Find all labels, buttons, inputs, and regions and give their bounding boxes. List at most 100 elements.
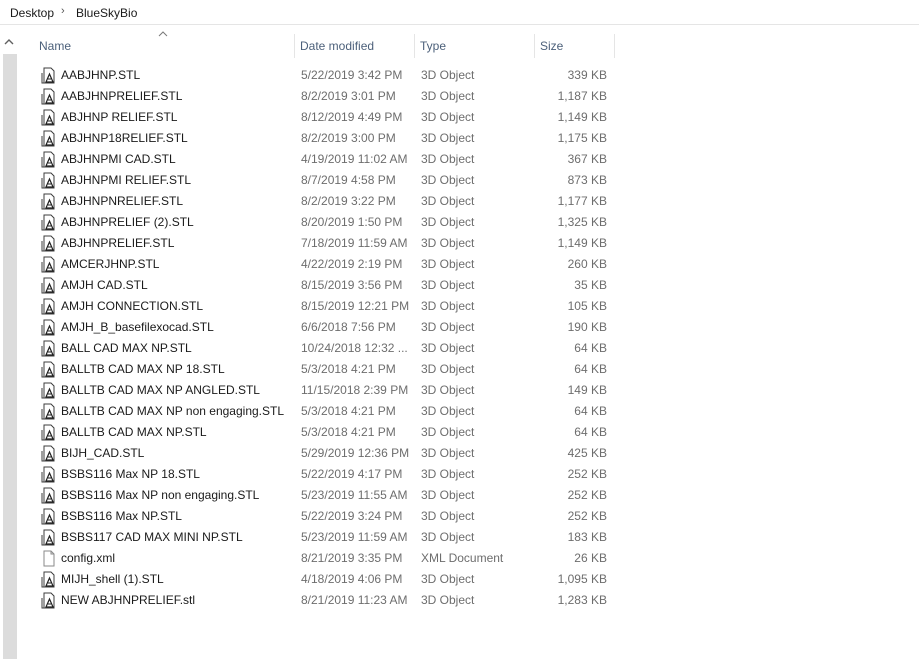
file-date-modified: 8/7/2019 4:58 PM bbox=[301, 173, 396, 187]
file-row[interactable]: BSBS117 CAD MAX MINI NP.STL 5/23/2019 11:… bbox=[38, 527, 616, 548]
file-name: AMJH CAD.STL bbox=[61, 278, 148, 292]
file-name: ABJHNP RELIEF.STL bbox=[61, 110, 178, 124]
file-name: MIJH_shell (1).STL bbox=[61, 572, 164, 586]
file-name: config.xml bbox=[61, 551, 116, 565]
sort-ascending-icon bbox=[158, 31, 168, 37]
file-row[interactable]: BALL CAD MAX NP.STL 10/24/2018 12:32 ... 3… bbox=[38, 338, 616, 359]
file-row[interactable]: AMCERJHNP.STL 4/22/2019 2:19 PM 3D Object 2… bbox=[38, 254, 616, 275]
file-name: AMJH_B_basefilexocad.STL bbox=[61, 320, 214, 334]
file-size: 26 KB bbox=[574, 551, 607, 565]
file-date-modified: 4/19/2019 11:02 AM bbox=[301, 152, 408, 166]
stl-file-icon bbox=[41, 487, 55, 504]
file-row[interactable]: AMJH CONNECTION.STL 8/15/2019 12:21 PM 3D … bbox=[38, 296, 616, 317]
file-size: 252 KB bbox=[567, 488, 607, 502]
file-size: 1,325 KB bbox=[557, 215, 607, 229]
file-type: 3D Object bbox=[421, 131, 475, 145]
stl-file-icon bbox=[41, 193, 55, 210]
scroll-up-arrow-icon[interactable] bbox=[3, 36, 15, 48]
file-row[interactable]: BALLTB CAD MAX NP ANGLED.STL 11/15/2018 2… bbox=[38, 380, 616, 401]
file-row[interactable]: AMJH CAD.STL 8/15/2019 3:56 PM 3D Object 35… bbox=[38, 275, 616, 296]
breadcrumb-item-blueskybio[interactable]: BlueSkyBio bbox=[76, 6, 137, 20]
file-type: 3D Object bbox=[421, 194, 475, 208]
xml-file-icon bbox=[43, 550, 55, 567]
file-date-modified: 5/22/2019 3:24 PM bbox=[301, 509, 403, 523]
file-type: 3D Object bbox=[421, 341, 475, 355]
file-size: 35 KB bbox=[574, 278, 607, 292]
file-type: 3D Object bbox=[421, 509, 475, 523]
column-header-size[interactable]: Size bbox=[535, 34, 615, 58]
file-size: 1,175 KB bbox=[557, 131, 607, 145]
stl-file-icon bbox=[41, 277, 55, 294]
file-type: 3D Object bbox=[421, 572, 475, 586]
file-date-modified: 5/3/2018 4:21 PM bbox=[301, 404, 396, 418]
file-size: 1,149 KB bbox=[557, 236, 607, 250]
file-type: 3D Object bbox=[421, 404, 475, 418]
file-name: BSBS116 Max NP non engaging.STL bbox=[61, 488, 260, 502]
file-date-modified: 10/24/2018 12:32 ... bbox=[301, 341, 408, 355]
file-name: BSBS116 Max NP.STL bbox=[61, 509, 182, 523]
file-date-modified: 7/18/2019 11:59 AM bbox=[301, 236, 408, 250]
file-name: NEW ABJHNPRELIEF.stl bbox=[61, 593, 196, 607]
file-date-modified: 8/2/2019 3:01 PM bbox=[301, 89, 396, 103]
file-row[interactable]: ABJHNPMI RELIEF.STL 8/7/2019 4:58 PM 3D Ob… bbox=[38, 170, 616, 191]
file-date-modified: 5/22/2019 3:42 PM bbox=[301, 68, 403, 82]
file-date-modified: 6/6/2018 7:56 PM bbox=[301, 320, 396, 334]
file-row[interactable]: ABJHNP RELIEF.STL 8/12/2019 4:49 PM 3D Obj… bbox=[38, 107, 616, 128]
stl-file-icon bbox=[41, 529, 55, 546]
file-row[interactable]: BIJH_CAD.STL 5/29/2019 12:36 PM 3D Object 4… bbox=[38, 443, 616, 464]
scrollbar-thumb[interactable] bbox=[3, 54, 17, 659]
file-row[interactable]: BSBS116 Max NP 18.STL 5/22/2019 4:17 PM 3D… bbox=[38, 464, 616, 485]
file-row[interactable]: ABJHNPRELIEF (2).STL 8/20/2019 1:50 PM 3D … bbox=[38, 212, 616, 233]
column-header-date-modified[interactable]: Date modified bbox=[295, 34, 415, 58]
file-row[interactable]: ABJHNPRELIEF.STL 7/18/2019 11:59 AM 3D Obj… bbox=[38, 233, 616, 254]
file-row[interactable]: BSBS116 Max NP non engaging.STL 5/23/2019… bbox=[38, 485, 616, 506]
file-type: 3D Object bbox=[421, 425, 475, 439]
file-name: BALLTB CAD MAX NP ANGLED.STL bbox=[61, 383, 260, 397]
file-row[interactable]: BALLTB CAD MAX NP 18.STL 5/3/2018 4:21 PM… bbox=[38, 359, 616, 380]
file-name: AABJHNPRELIEF.STL bbox=[61, 89, 183, 103]
file-row[interactable]: BALLTB CAD MAX NP non engaging.STL 5/3/20… bbox=[38, 401, 616, 422]
file-row[interactable]: ABJHNPMI CAD.STL 4/19/2019 11:02 AM 3D Obj… bbox=[38, 149, 616, 170]
column-header-name[interactable]: Name bbox=[34, 34, 295, 58]
file-size: 367 KB bbox=[567, 152, 607, 166]
file-type: 3D Object bbox=[421, 467, 475, 481]
file-size: 1,177 KB bbox=[557, 194, 607, 208]
file-row[interactable]: AABJHNPRELIEF.STL 8/2/2019 3:01 PM 3D Obje… bbox=[38, 86, 616, 107]
file-name: BIJH_CAD.STL bbox=[61, 446, 145, 460]
file-date-modified: 5/23/2019 11:55 AM bbox=[301, 488, 408, 502]
file-type: 3D Object bbox=[421, 257, 475, 271]
file-date-modified: 5/29/2019 12:36 PM bbox=[301, 446, 410, 460]
stl-file-icon bbox=[41, 151, 55, 168]
file-size: 339 KB bbox=[567, 68, 607, 82]
file-row[interactable]: ABJHNPNRELIEF.STL 8/2/2019 3:22 PM 3D Obje… bbox=[38, 191, 616, 212]
file-row[interactable]: MIJH_shell (1).STL 4/18/2019 4:06 PM 3D Ob… bbox=[38, 569, 616, 590]
column-header-type[interactable]: Type bbox=[415, 34, 535, 58]
file-name: AMJH CONNECTION.STL bbox=[61, 299, 204, 313]
file-date-modified: 8/15/2019 12:21 PM bbox=[301, 299, 410, 313]
vertical-scrollbar[interactable] bbox=[0, 34, 18, 659]
breadcrumb-item-desktop[interactable]: Desktop bbox=[10, 6, 54, 20]
stl-file-icon bbox=[41, 340, 55, 357]
file-date-modified: 8/20/2019 1:50 PM bbox=[301, 215, 403, 229]
file-type: 3D Object bbox=[421, 299, 475, 313]
file-row[interactable]: ABJHNP18RELIEF.STL 8/2/2019 3:00 PM 3D Obj… bbox=[38, 128, 616, 149]
file-size: 252 KB bbox=[567, 467, 607, 481]
file-name: ABJHNPMI CAD.STL bbox=[61, 152, 176, 166]
file-row[interactable]: config.xml 8/21/2019 3:35 PM XML Document 2… bbox=[38, 548, 616, 569]
file-row[interactable]: AABJHNP.STL 5/22/2019 3:42 PM 3D Object 339… bbox=[38, 65, 616, 86]
stl-file-icon bbox=[41, 109, 55, 126]
stl-file-icon bbox=[41, 235, 55, 252]
file-size: 1,149 KB bbox=[557, 110, 607, 124]
file-row[interactable]: AMJH_B_basefilexocad.STL 6/6/2018 7:56 PM… bbox=[38, 317, 616, 338]
file-row[interactable]: BALLTB CAD MAX NP.STL 5/3/2018 4:21 PM 3D … bbox=[38, 422, 616, 443]
file-date-modified: 8/2/2019 3:00 PM bbox=[301, 131, 396, 145]
file-type: 3D Object bbox=[421, 320, 475, 334]
file-size: 1,095 KB bbox=[557, 572, 607, 586]
file-type: 3D Object bbox=[421, 89, 475, 103]
file-row[interactable]: NEW ABJHNPRELIEF.stl 8/21/2019 11:23 AM 3D… bbox=[38, 590, 616, 611]
file-type: 3D Object bbox=[421, 236, 475, 250]
stl-file-icon bbox=[41, 319, 55, 336]
file-date-modified: 8/21/2019 3:35 PM bbox=[301, 551, 403, 565]
breadcrumb: Desktop › BlueSkyBio bbox=[0, 0, 919, 25]
file-row[interactable]: BSBS116 Max NP.STL 5/22/2019 3:24 PM 3D Ob… bbox=[38, 506, 616, 527]
